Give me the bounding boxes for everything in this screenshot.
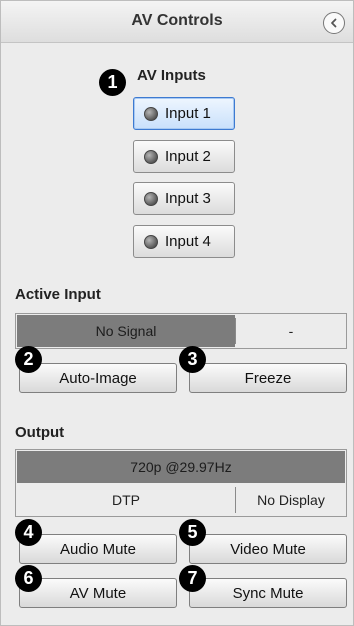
output-label: Output <box>15 424 65 441</box>
led-indicator-icon <box>144 191 158 206</box>
input-label: Input 2 <box>165 148 211 165</box>
input-label: Input 1 <box>165 105 211 122</box>
callout-badge-3: 3 <box>179 346 206 373</box>
callout-badge-6: 6 <box>15 565 42 592</box>
led-indicator-icon <box>144 234 158 249</box>
collapse-button[interactable] <box>323 12 345 34</box>
active-input-status: No Signal - <box>15 313 347 349</box>
output-status: 720p @29.97Hz DTP No Display <box>15 449 347 517</box>
av-mute-button[interactable]: AV Mute <box>19 578 177 608</box>
display-status: No Display <box>257 492 325 508</box>
input-3-button[interactable]: Input 3 <box>133 182 235 215</box>
callout-badge-1: 1 <box>99 69 126 96</box>
callout-badge-4: 4 <box>15 519 42 546</box>
av-inputs-label: AV Inputs <box>137 67 206 84</box>
input-resolution: - <box>288 323 294 339</box>
video-mute-button[interactable]: Video Mute <box>189 534 347 564</box>
input-label: Input 3 <box>165 190 211 207</box>
input-1-button[interactable]: Input 1 <box>133 97 235 130</box>
input-4-button[interactable]: Input 4 <box>133 225 235 258</box>
panel-header: AV Controls <box>1 1 353 43</box>
callout-badge-7: 7 <box>179 565 206 592</box>
av-controls-panel: AV Controls 1 AV Inputs Input 1 Input 2 … <box>0 0 354 626</box>
audio-mute-button[interactable]: Audio Mute <box>19 534 177 564</box>
panel-title: AV Controls <box>131 12 223 29</box>
signal-status: No Signal <box>17 315 235 347</box>
sync-mute-button[interactable]: Sync Mute <box>189 578 347 608</box>
input-label: Input 4 <box>165 233 211 250</box>
callout-badge-5: 5 <box>179 519 206 546</box>
callout-badge-2: 2 <box>15 346 42 373</box>
auto-image-button[interactable]: Auto-Image <box>19 363 177 393</box>
freeze-button[interactable]: Freeze <box>189 363 347 393</box>
output-format: 720p @29.97Hz <box>17 451 345 483</box>
led-indicator-icon <box>144 106 158 121</box>
output-type: DTP <box>112 492 140 508</box>
led-indicator-icon <box>144 149 158 164</box>
active-input-label: Active Input <box>15 286 101 303</box>
input-2-button[interactable]: Input 2 <box>133 140 235 173</box>
chevron-left-icon <box>331 18 337 28</box>
